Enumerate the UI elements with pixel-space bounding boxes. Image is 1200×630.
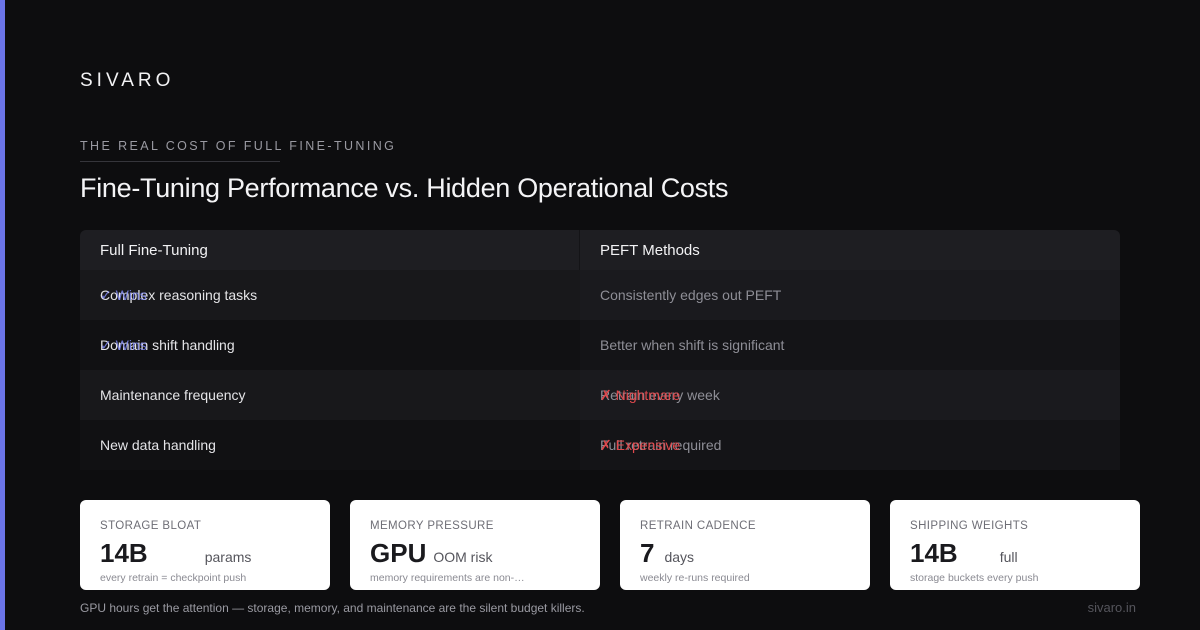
stat-label: RETRAIN CADENCE bbox=[640, 520, 756, 532]
stat-caption: weekly re-runs required bbox=[640, 572, 750, 584]
stat-card-retrain-cadence: RETRAIN CADENCE 7 days weekly re-runs re… bbox=[620, 500, 870, 590]
row-label: ✓ Wins Domain shift handling bbox=[80, 320, 580, 370]
warning-badge: ✗ Expensive bbox=[600, 436, 681, 453]
stat-caption: memory requirements are non-… bbox=[370, 572, 525, 584]
row-value: ✗ Expensive Full retrain required bbox=[580, 420, 1120, 470]
stat-cards: STORAGE BLOAT 14B params every retrain =… bbox=[80, 500, 1140, 590]
row-label: Maintenance frequency bbox=[80, 370, 580, 420]
footer-note: GPU hours get the attention — storage, m… bbox=[80, 601, 585, 615]
stat-caption: every retrain = checkpoint push bbox=[100, 572, 247, 584]
win-badge: ✓ Wins bbox=[100, 336, 147, 353]
row-value: ✗ Nightmare Retrain every week bbox=[580, 370, 1120, 420]
stat-unit: full bbox=[999, 549, 1018, 565]
stat-card-memory-pressure: MEMORY PRESSURE GPU OOM risk memory requ… bbox=[350, 500, 600, 590]
stat-card-shipping-weights: SHIPPING WEIGHTS 14B full storage bucket… bbox=[890, 500, 1140, 590]
stat-label: SHIPPING WEIGHTS bbox=[910, 520, 1029, 532]
table-header: Full Fine-Tuning PEFT Methods bbox=[80, 230, 1120, 270]
stat-value: 7 bbox=[640, 538, 655, 568]
row-label-text: Maintenance frequency bbox=[100, 387, 246, 403]
table-row: ✓ Wins Domain shift handling Better when… bbox=[80, 320, 1120, 370]
eyebrow-label: THE REAL COST OF FULL FINE-TUNING bbox=[80, 139, 397, 153]
stat-unit: params bbox=[204, 549, 252, 565]
row-label: New data handling bbox=[80, 420, 580, 470]
row-label: ✓ Wins Complex reasoning tasks bbox=[80, 270, 580, 320]
header-peft-methods: PEFT Methods bbox=[600, 241, 700, 259]
page-title: Fine-Tuning Performance vs. Hidden Opera… bbox=[80, 173, 729, 203]
warning-badge: ✗ Nightmare bbox=[600, 386, 681, 403]
row-value: Better when shift is significant bbox=[580, 320, 1120, 370]
row-label-text: New data handling bbox=[100, 437, 216, 453]
brand-logo: SIVARO bbox=[80, 70, 175, 91]
stat-caption: storage buckets every push bbox=[910, 572, 1039, 584]
comparison-table: Full Fine-Tuning PEFT Methods ✓ Wins Com… bbox=[80, 230, 1120, 470]
table-row: ✓ Wins Complex reasoning tasks Consisten… bbox=[80, 270, 1120, 320]
stat-value: 14B bbox=[910, 538, 958, 568]
stat-value: GPU bbox=[370, 538, 427, 568]
header-full-fine-tuning: Full Fine-Tuning bbox=[80, 230, 580, 270]
accent-bar bbox=[0, 0, 5, 630]
table-row: Maintenance frequency ✗ Nightmare Retrai… bbox=[80, 370, 1120, 420]
stat-label: STORAGE BLOAT bbox=[100, 520, 202, 532]
table-row: New data handling ✗ Expensive Full retra… bbox=[80, 420, 1120, 470]
stat-label: MEMORY PRESSURE bbox=[370, 520, 494, 532]
row-value-text: Consistently edges out PEFT bbox=[600, 287, 782, 303]
stat-unit: OOM risk bbox=[433, 549, 493, 565]
stat-value: 14B bbox=[100, 538, 148, 568]
row-value: Consistently edges out PEFT bbox=[580, 270, 1120, 320]
row-value-text: Better when shift is significant bbox=[600, 337, 785, 353]
stat-unit: days bbox=[664, 549, 695, 565]
stat-card-storage-bloat: STORAGE BLOAT 14B params every retrain =… bbox=[80, 500, 330, 590]
win-badge: ✓ Wins bbox=[100, 286, 147, 303]
footer-domain: sivaro.in bbox=[1087, 600, 1136, 615]
eyebrow-divider bbox=[80, 161, 280, 162]
